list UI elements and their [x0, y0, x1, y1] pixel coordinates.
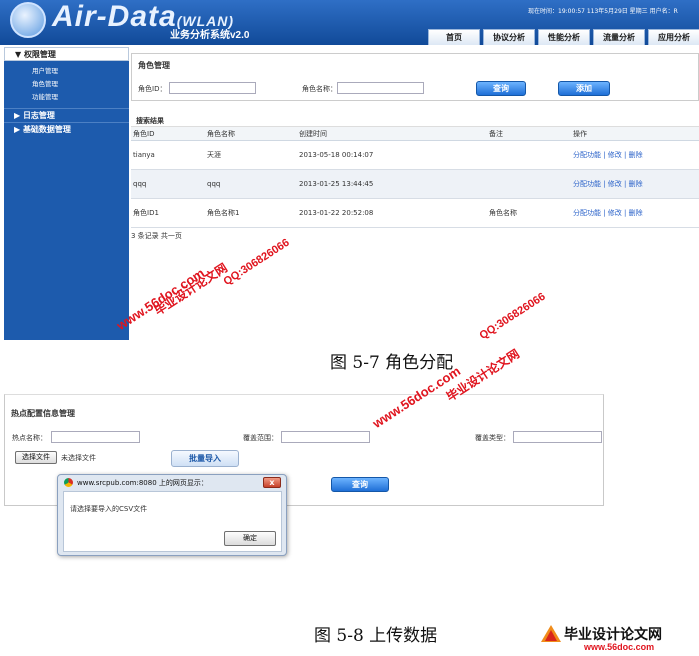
tab-performance-analysis[interactable]: 性能分析 — [538, 29, 590, 45]
role-name-label: 角色名称： — [302, 85, 337, 93]
no-file-text: 未选择文件 — [61, 454, 96, 462]
corner-logo-text: 毕业设计论文网 — [564, 626, 662, 642]
query-button-2[interactable]: 查询 — [331, 477, 389, 492]
role-management-screenshot: Air-Data(WLAN) 业务分析系统v2.0 现在时间：19:00:57 … — [0, 0, 699, 340]
figure-caption-1: 图 5-7 角色分配 — [330, 353, 454, 373]
corner-logo-url: www.56doc.com — [584, 642, 655, 652]
caret-right-icon: ▶ — [14, 111, 23, 120]
figure-caption-2: 图 5-8 上传数据 — [314, 626, 438, 646]
search-panel: 角色管理 角色ID： 角色名称： 查询 添加 — [131, 53, 699, 101]
cell-role-id: tianya — [133, 151, 155, 159]
hotspot-name-label: 热点名称： — [12, 434, 47, 442]
table-row: tianya 天涯 2013-05-18 00:14:07 分配功能 | 修改 … — [131, 141, 699, 170]
choose-file-button[interactable]: 选择文件 — [15, 451, 57, 464]
sidebar-section-permissions[interactable]: ▼ 权限管理 — [4, 47, 129, 61]
role-name-input[interactable] — [337, 82, 424, 94]
sidebar-section-base-data[interactable]: ▶ 基础数据管理 — [4, 122, 129, 136]
col-created: 创建时间 — [299, 130, 327, 138]
tab-home[interactable]: 首页 — [428, 29, 480, 45]
results-footer: 3 条记录 共一页 — [131, 232, 182, 240]
caret-down-icon: ▼ — [15, 50, 24, 59]
sidebar-item-user-management[interactable]: 用户管理 — [4, 65, 129, 78]
col-actions: 操作 — [573, 130, 587, 138]
cell-created: 2013-05-18 00:14:07 — [299, 151, 374, 159]
status-line: 现在时间：19:00:57 113年5月29日 星期三 用户名：R — [528, 8, 678, 15]
row-actions-links[interactable]: 分配功能 | 修改 | 删除 — [573, 170, 643, 199]
table-row: qqq qqq 2013-01-25 13:44:45 分配功能 | 修改 | … — [131, 170, 699, 199]
cell-role-name: 天涯 — [207, 151, 221, 159]
app-header: Air-Data(WLAN) 业务分析系统v2.0 现在时间：19:00:57 … — [0, 0, 699, 45]
close-icon[interactable]: x — [263, 477, 281, 488]
dialog-title: www.srcpub.com:8080 上的网页显示： — [77, 479, 208, 487]
results-panel: 搜索结果 角色ID 角色名称 创建时间 备注 操作 tianya 天涯 2013… — [131, 115, 699, 241]
tab-protocol-analysis[interactable]: 协议分析 — [483, 29, 535, 45]
col-role-name: 角色名称 — [207, 130, 235, 138]
query-button[interactable]: 查询 — [476, 81, 526, 96]
cell-role-name: 角色名称1 — [207, 209, 240, 217]
sidebar-item-function-management[interactable]: 功能管理 — [4, 91, 129, 104]
tab-application-analysis[interactable]: 应用分析 — [648, 29, 699, 45]
role-id-input[interactable] — [169, 82, 256, 94]
cell-role-name: qqq — [207, 180, 221, 188]
coverage-type-label: 覆盖类型： — [475, 434, 510, 442]
main-content: 角色管理 角色ID： 角色名称： 查询 添加 搜索结果 角色ID 角色名称 创建… — [131, 47, 699, 340]
caret-right-icon: ▶ — [14, 125, 23, 134]
col-note: 备注 — [489, 130, 503, 138]
cell-note: 角色名称 — [489, 209, 517, 217]
cell-role-id: 角色ID1 — [133, 209, 159, 217]
hotspot-name-input[interactable] — [51, 431, 140, 443]
corner-logo-icon — [540, 624, 562, 644]
col-role-id: 角色ID — [133, 130, 155, 138]
results-title: 搜索结果 — [131, 115, 699, 127]
coverage-input[interactable] — [281, 431, 370, 443]
app-logo-icon — [10, 2, 46, 38]
top-nav: 首页 协议分析 性能分析 流量分析 应用分析 — [425, 29, 699, 45]
dialog-body: 请选择要导入的CSV文件 确定 — [63, 491, 282, 552]
ok-button[interactable]: 确定 — [224, 531, 276, 546]
hotspot-panel-title: 热点配置信息管理 — [11, 409, 75, 418]
batch-import-button[interactable]: 批量导入 — [171, 450, 239, 467]
sidebar-submenu: 用户管理 角色管理 功能管理 — [4, 61, 129, 108]
search-panel-title: 角色管理 — [138, 61, 170, 70]
alert-dialog: www.srcpub.com:8080 上的网页显示： x 请选择要导入的CSV… — [57, 474, 287, 556]
table-row: 角色ID1 角色名称1 2013-01-22 20:52:08 角色名称 分配功… — [131, 199, 699, 228]
coverage-type-input[interactable] — [513, 431, 602, 443]
results-table-header: 角色ID 角色名称 创建时间 备注 操作 — [131, 127, 699, 141]
sidebar: ▼ 权限管理 用户管理 角色管理 功能管理 ▶ 日志管理 ▶ 基础数据管理 — [4, 47, 129, 340]
dialog-message: 请选择要导入的CSV文件 — [70, 505, 148, 513]
sidebar-item-role-management[interactable]: 角色管理 — [4, 78, 129, 91]
sidebar-section-logs[interactable]: ▶ 日志管理 — [4, 108, 129, 122]
role-id-label: 角色ID： — [138, 85, 167, 93]
cell-created: 2013-01-22 20:52:08 — [299, 209, 374, 217]
row-actions-links[interactable]: 分配功能 | 修改 | 删除 — [573, 141, 643, 170]
cell-role-id: qqq — [133, 180, 147, 188]
coverage-label: 覆盖范围： — [243, 434, 278, 442]
browser-icon — [64, 478, 73, 487]
cell-created: 2013-01-25 13:44:45 — [299, 180, 374, 188]
system-name: 业务分析系统v2.0 — [170, 30, 250, 41]
add-button[interactable]: 添加 — [558, 81, 610, 96]
row-actions-links[interactable]: 分配功能 | 修改 | 删除 — [573, 199, 643, 228]
tab-traffic-analysis[interactable]: 流量分析 — [593, 29, 645, 45]
